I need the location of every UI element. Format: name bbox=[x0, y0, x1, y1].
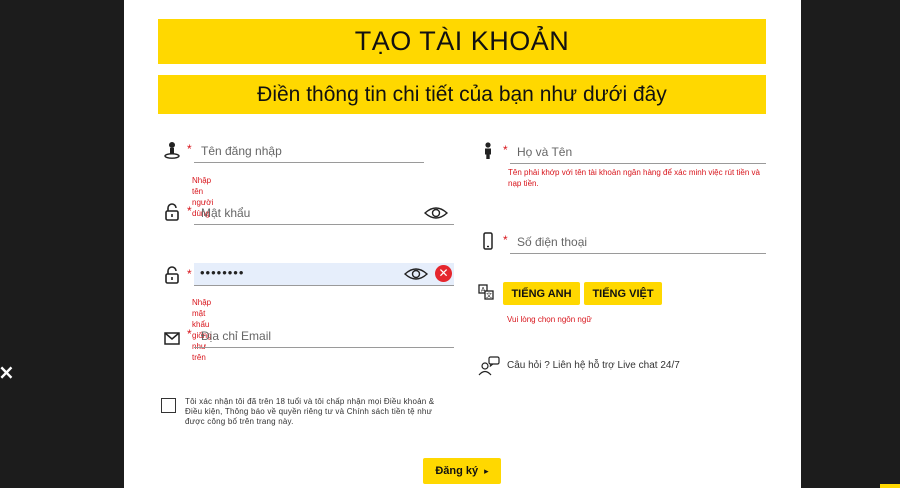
fullname-placeholder: Họ và Tên bbox=[517, 145, 573, 159]
padlock-icon bbox=[165, 203, 179, 221]
terms-text: Tôi xác nhận tôi đã trên 18 tuổi và tôi … bbox=[185, 397, 435, 426]
required-mark: * bbox=[503, 143, 508, 157]
language-error: Vui lòng chọn ngôn ngữ bbox=[507, 315, 592, 324]
close-overlay-icon[interactable]: × bbox=[0, 362, 15, 382]
username-input[interactable]: Tên đăng nhập bbox=[194, 141, 424, 163]
person-icon bbox=[485, 142, 491, 159]
required-mark: * bbox=[187, 204, 192, 218]
email-input[interactable]: Địa chỉ Email bbox=[194, 326, 454, 348]
required-mark: * bbox=[187, 327, 192, 341]
page-title: TẠO TÀI KHOẢN bbox=[158, 19, 766, 64]
padlock-icon bbox=[165, 266, 179, 284]
user-location-icon bbox=[164, 142, 180, 159]
fullname-error: Tên phải khớp với tên tài khoản ngân hàn… bbox=[508, 168, 760, 188]
confirm-password-value: •••••••• bbox=[200, 265, 245, 280]
email-placeholder: Địa chỉ Email bbox=[201, 329, 272, 343]
language-vietnamese-button[interactable]: TIẾNG VIỆT bbox=[584, 282, 662, 305]
register-panel: TẠO TÀI KHOẢN Điền thông tin chi tiết củ… bbox=[124, 0, 801, 488]
submit-label: Đăng ký bbox=[435, 465, 479, 477]
register-submit-button[interactable]: Đăng ký ▸ bbox=[423, 458, 501, 484]
terms-checkbox[interactable] bbox=[161, 398, 176, 413]
svg-text:文: 文 bbox=[486, 292, 492, 300]
password-placeholder: Mật khẩu bbox=[201, 206, 251, 220]
phone-icon bbox=[483, 232, 493, 250]
eye-icon[interactable] bbox=[404, 267, 428, 281]
fullname-input[interactable]: Họ và Tên bbox=[510, 142, 766, 164]
support-chat-icon bbox=[478, 356, 500, 376]
page-subtitle: Điền thông tin chi tiết của bạn như dưới… bbox=[158, 75, 766, 114]
phone-placeholder: Số điện thoại bbox=[517, 235, 588, 249]
required-mark: * bbox=[503, 233, 508, 247]
password-input[interactable]: Mật khẩu bbox=[194, 203, 454, 225]
required-mark: * bbox=[187, 142, 192, 156]
translate-icon: A 文 bbox=[478, 284, 494, 300]
envelope-icon bbox=[164, 332, 180, 345]
arrow-right-icon: ▸ bbox=[484, 465, 489, 476]
language-english-button[interactable]: TIẾNG ANH bbox=[503, 282, 580, 305]
clear-x-icon[interactable]: ✕ bbox=[435, 265, 452, 282]
required-mark: * bbox=[187, 267, 192, 281]
phone-input[interactable]: Số điện thoại bbox=[510, 232, 766, 254]
eye-icon[interactable] bbox=[424, 206, 448, 220]
help-text[interactable]: Câu hỏi ? Liên hệ hỗ trợ Live chat 24/7 bbox=[507, 360, 680, 371]
username-placeholder: Tên đăng nhập bbox=[201, 144, 282, 158]
accent-corner bbox=[880, 484, 900, 488]
